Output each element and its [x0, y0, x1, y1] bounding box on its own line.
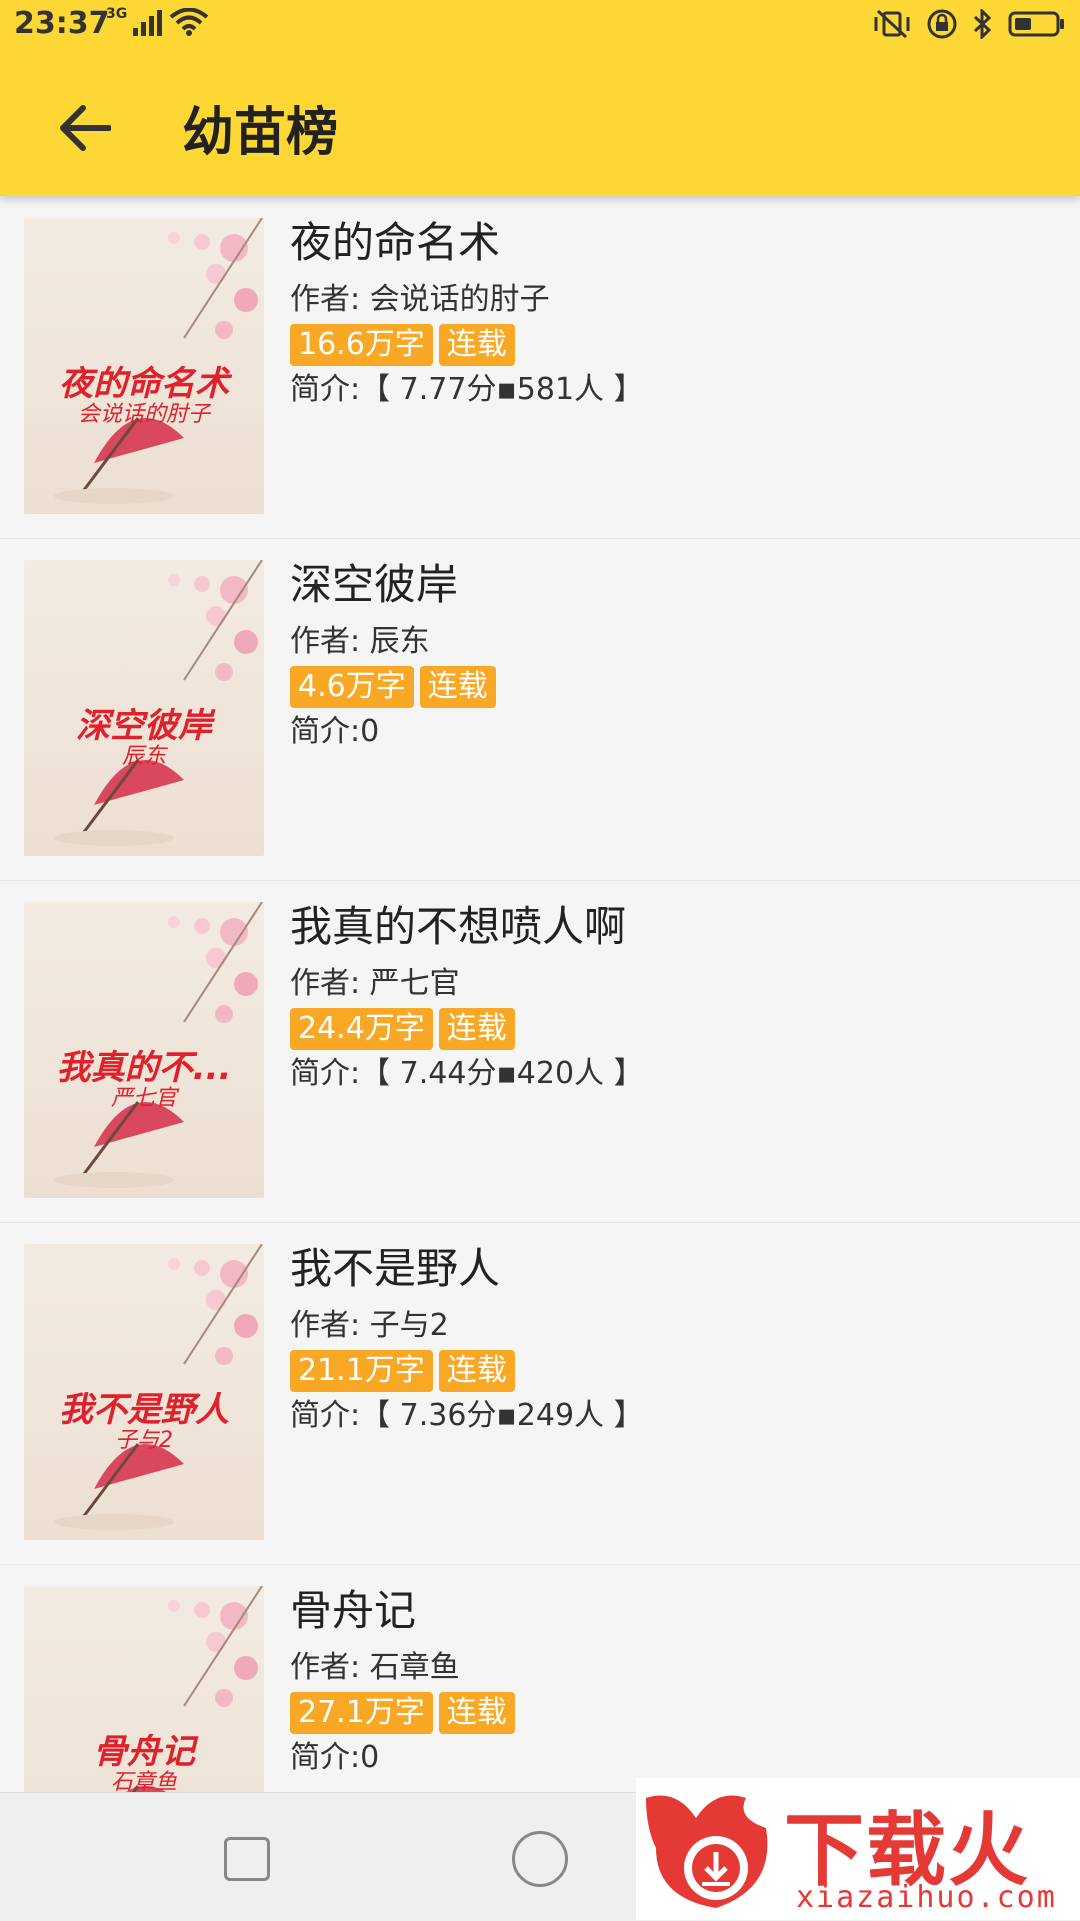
word-count-badge: 21.1万字: [290, 1350, 433, 1392]
word-count-badge: 24.4万字: [290, 1008, 433, 1050]
book-tags: 4.6万字 连载: [290, 666, 1050, 708]
book-author: 作者: 严七官: [290, 966, 460, 1001]
book-intro: 简介:0: [290, 714, 380, 749]
book-intro: 简介:【 7.36分▪249人 】: [290, 1398, 644, 1433]
book-meta: 我真的不想喷人啊 作者: 严七官 24.4万字 连载 简介:【 7.44分▪42…: [290, 898, 1050, 1094]
word-count-badge: 16.6万字: [290, 324, 433, 366]
arrow-left-icon: [60, 105, 111, 151]
status-badge: 连载: [438, 324, 515, 366]
book-item[interactable]: 我真的不... 严七官 我真的不想喷人啊 作者: 严七官 24.4万字 连载 简…: [0, 880, 1080, 1223]
wifi-icon: [169, 8, 209, 36]
book-intro: 简介:【 7.44分▪420人 】: [290, 1056, 644, 1091]
book-tags: 24.4万字 连载: [290, 1008, 1050, 1050]
book-item[interactable]: 夜的命名术 会说话的肘子 夜的命名术 作者: 会说话的肘子 16.6万字 连载 …: [0, 196, 1080, 539]
book-tags: 27.1万字 连载: [290, 1692, 1050, 1734]
status-time: 23:37: [14, 6, 110, 41]
book-meta: 夜的命名术 作者: 会说话的肘子 16.6万字 连载 简介:【 7.77分▪58…: [290, 214, 1050, 410]
book-tags: 21.1万字 连载: [290, 1350, 1050, 1392]
book-cover: 我真的不... 严七官: [24, 902, 264, 1198]
battery-icon: [1008, 11, 1064, 37]
signal-icon: [133, 10, 163, 36]
book-item[interactable]: 我不是野人 子与2 我不是野人 作者: 子与2 21.1万字 连载 简介:【 7…: [0, 1222, 1080, 1565]
network-type-label: 3G: [106, 6, 128, 22]
status-badge: 连载: [419, 666, 496, 708]
book-title: 我不是野人: [290, 1244, 501, 1293]
watermark-url: xiazaihuo.com: [796, 1880, 1057, 1915]
book-author: 作者: 子与2: [290, 1308, 449, 1343]
book-tags: 16.6万字 连载: [290, 324, 1050, 366]
lock-rotation-icon: [927, 9, 957, 39]
book-item[interactable]: 深空彼岸 辰东 深空彼岸 作者: 辰东 4.6万字 连载 简介:0: [0, 538, 1080, 881]
book-meta: 深空彼岸 作者: 辰东 4.6万字 连载 简介:0: [290, 556, 1050, 752]
vibrate-mute-icon: [874, 9, 910, 39]
status-bar: 23:37 3G: [0, 0, 1080, 48]
book-title: 我真的不想喷人啊: [290, 902, 627, 951]
flame-logo-icon: [646, 1795, 768, 1908]
book-title: 夜的命名术: [290, 218, 501, 267]
cover-author: 子与2: [115, 1428, 173, 1453]
back-button[interactable]: [48, 92, 120, 164]
book-cover: 我不是野人 子与2: [24, 1244, 264, 1540]
watermark: 下载火 xiazaihuo.com: [636, 1778, 1080, 1920]
book-title: 骨舟记: [290, 1586, 417, 1635]
status-badge: 连载: [438, 1008, 515, 1050]
book-intro: 简介:0: [290, 1740, 380, 1775]
page-title: 幼苗榜: [182, 103, 339, 163]
book-intro: 简介:【 7.77分▪581人 】: [290, 372, 644, 407]
cover-author: 会说话的肘子: [77, 402, 210, 427]
status-badge: 连载: [438, 1692, 515, 1734]
book-cover: 深空彼岸 辰东: [24, 560, 264, 856]
status-badge: 连载: [438, 1350, 515, 1392]
book-cover: 夜的命名术 会说话的肘子: [24, 218, 264, 514]
book-author: 作者: 辰东: [290, 624, 430, 659]
book-author: 作者: 石章鱼: [290, 1650, 460, 1685]
home-button[interactable]: [512, 1831, 568, 1887]
top-bar: 23:37 3G 幼苗榜: [0, 0, 1080, 196]
word-count-badge: 4.6万字: [290, 666, 414, 708]
book-title: 深空彼岸: [290, 560, 459, 609]
recents-button[interactable]: [224, 1837, 270, 1881]
book-author: 作者: 会说话的肘子: [290, 282, 550, 317]
cover-author: 辰东: [121, 744, 166, 769]
status-left-icons: 3G: [106, 6, 209, 36]
cover-author: 严七官: [110, 1086, 177, 1111]
bluetooth-icon: [973, 9, 992, 39]
word-count-badge: 27.1万字: [290, 1692, 433, 1734]
status-right-icons: [872, 8, 1066, 40]
book-meta: 骨舟记 作者: 石章鱼 27.1万字 连载 简介:0: [290, 1582, 1050, 1778]
app-bar: 幼苗榜: [0, 48, 1080, 196]
book-meta: 我不是野人 作者: 子与2 21.1万字 连载 简介:【 7.36分▪249人 …: [290, 1240, 1050, 1436]
